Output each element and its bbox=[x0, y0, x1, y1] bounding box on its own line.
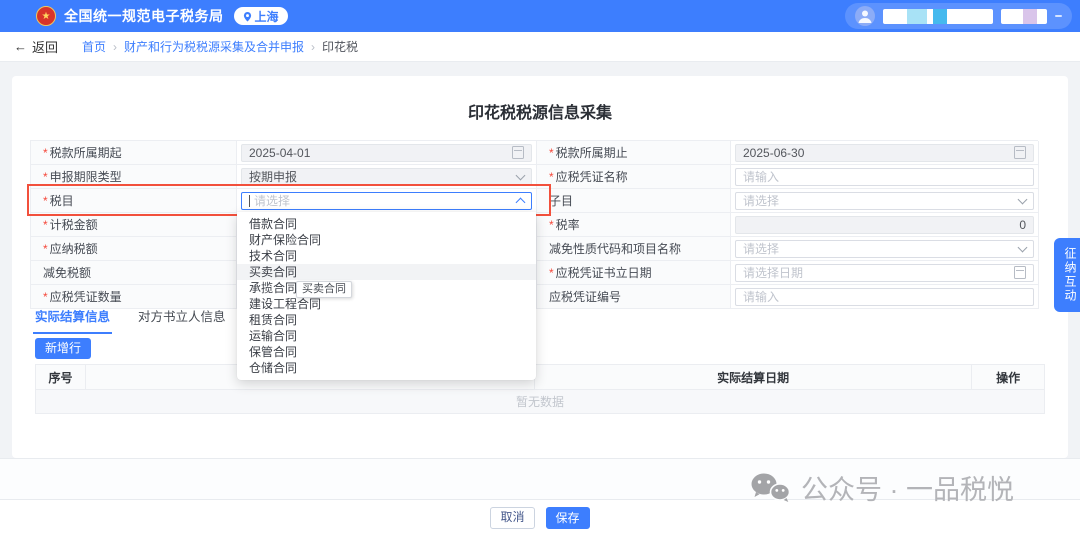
interaction-side-tab[interactable]: 征纳互动 bbox=[1054, 238, 1080, 312]
watermark: 公众号 · 一品税悦 bbox=[750, 468, 1014, 507]
location-pin-icon bbox=[243, 11, 252, 22]
watermark-text: 公众号 · 一品税悦 bbox=[801, 468, 1014, 507]
calendar-icon bbox=[1014, 266, 1026, 279]
field-label: 计税金额 bbox=[43, 216, 98, 233]
breadcrumb-bar: ← 返回 首页 › 财产和行为税税源采集及合并申报 › 印花税 bbox=[0, 32, 1080, 62]
dropdown-option[interactable]: 借款合同 bbox=[237, 216, 536, 232]
back-button[interactable]: ← 返回 bbox=[14, 37, 58, 56]
dropdown-option-highlighted[interactable]: 买卖合同 bbox=[237, 264, 536, 280]
field-label: 税款所属期起 bbox=[43, 144, 122, 161]
national-emblem-icon: ★ bbox=[36, 6, 56, 26]
tab-actual-settlement[interactable]: 实际结算信息 bbox=[35, 306, 110, 334]
chevron-down-icon bbox=[1018, 194, 1028, 204]
user-area bbox=[845, 3, 1072, 29]
breadcrumb-separator: › bbox=[311, 40, 315, 54]
page-title: 印花税税源信息采集 bbox=[12, 99, 1068, 123]
form-card: 印花税税源信息采集 税款所属期起 2025-04-01 税款所属期止 2025-… bbox=[12, 76, 1068, 458]
field-label: 应纳税额 bbox=[43, 240, 98, 257]
field-label: 税款所属期止 bbox=[549, 144, 628, 161]
empty-state: 暂无数据 bbox=[35, 390, 1045, 414]
table-header-row: 序号 实际结算日期 操作 bbox=[35, 364, 1045, 390]
col-action: 操作 bbox=[972, 365, 1044, 389]
tax-rate-field: 0 bbox=[735, 216, 1034, 234]
col-settle-date: 实际结算日期 bbox=[535, 365, 972, 389]
breadcrumb-home[interactable]: 首页 bbox=[82, 38, 106, 55]
dropdown-option[interactable]: 技术合同 bbox=[237, 248, 536, 264]
breadcrumb-section[interactable]: 财产和行为税税源采集及合并申报 bbox=[124, 38, 304, 55]
app-title: 全国统一规范电子税务局 bbox=[64, 6, 224, 26]
dropdown-option[interactable]: 租赁合同 bbox=[237, 312, 536, 328]
location-label: 上海 bbox=[255, 8, 279, 25]
field-label: 减免税额 bbox=[43, 264, 91, 281]
text-cursor bbox=[249, 195, 250, 207]
save-button[interactable]: 保存 bbox=[546, 507, 590, 529]
dropdown-option[interactable]: 承揽合同 bbox=[237, 280, 536, 296]
voucher-date-picker[interactable]: 请选择日期 bbox=[735, 264, 1034, 282]
location-badge[interactable]: 上海 bbox=[234, 7, 288, 25]
person-icon bbox=[855, 6, 875, 26]
top-header-bar: ★ 全国统一规范电子税务局 上海 bbox=[0, 0, 1080, 32]
field-label: 税率 bbox=[549, 216, 580, 233]
breadcrumb-separator: › bbox=[113, 40, 117, 54]
filing-type-select: 按期申报 bbox=[241, 168, 532, 186]
reduction-code-select[interactable]: 请选择 bbox=[735, 240, 1034, 258]
app-window: ★ 全国统一规范电子税务局 上海 ← 返 bbox=[0, 0, 1080, 533]
dropdown-option[interactable]: 建设工程合同 bbox=[237, 296, 536, 312]
calendar-icon bbox=[1014, 146, 1026, 159]
breadcrumb-current: 印花税 bbox=[322, 38, 358, 55]
tab-counterparty[interactable]: 对方书立人信息 bbox=[138, 306, 226, 334]
period-end-field: 2025-06-30 bbox=[735, 144, 1034, 162]
chevron-down-icon bbox=[1018, 242, 1028, 252]
detail-tabs: 实际结算信息 对方书立人信息 bbox=[35, 306, 226, 334]
voucher-number-input[interactable]: 请输入 bbox=[735, 288, 1034, 306]
back-arrow-icon: ← bbox=[14, 39, 27, 54]
field-label: 申报期限类型 bbox=[43, 168, 122, 185]
collapse-dash-icon bbox=[1055, 15, 1062, 17]
user-avatar[interactable] bbox=[855, 6, 875, 26]
dropdown-option[interactable]: 运输合同 bbox=[237, 328, 536, 344]
back-label: 返回 bbox=[32, 37, 58, 56]
col-seq: 序号 bbox=[36, 365, 86, 389]
field-label: 子目 bbox=[549, 192, 573, 209]
breadcrumb: 首页 › 财产和行为税税源采集及合并申报 › 印花税 bbox=[82, 38, 358, 55]
option-tooltip: 买卖合同 bbox=[296, 281, 352, 298]
add-row-button[interactable]: 新增行 bbox=[35, 338, 91, 359]
tax-item-dropdown: 借款合同 财产保险合同 技术合同 买卖合同 承揽合同 建设工程合同 租赁合同 运… bbox=[237, 212, 536, 380]
redacted-taxid bbox=[1001, 9, 1047, 24]
cancel-button[interactable]: 取消 bbox=[490, 507, 534, 529]
field-label: 税目 bbox=[43, 192, 74, 209]
dropdown-option[interactable]: 财产保险合同 bbox=[237, 232, 536, 248]
field-label: 应税凭证编号 bbox=[549, 288, 621, 305]
field-label: 应税凭证数量 bbox=[43, 288, 122, 305]
settlement-table: 序号 实际结算日期 操作 暂无数据 bbox=[35, 364, 1045, 414]
calendar-icon bbox=[512, 146, 524, 159]
tax-item-select[interactable]: 请选择 bbox=[241, 192, 532, 210]
sub-item-select[interactable]: 请选择 bbox=[735, 192, 1034, 210]
field-label: 减免性质代码和项目名称 bbox=[549, 240, 681, 257]
wechat-icon bbox=[750, 472, 792, 504]
chevron-up-icon bbox=[516, 197, 526, 207]
field-label: 应税凭证名称 bbox=[549, 168, 628, 185]
redacted-username bbox=[883, 9, 993, 24]
dropdown-option[interactable]: 保管合同 bbox=[237, 344, 536, 360]
voucher-name-input[interactable]: 请输入 bbox=[735, 168, 1034, 186]
dropdown-option[interactable]: 仓储合同 bbox=[237, 360, 536, 376]
period-start-field: 2025-04-01 bbox=[241, 144, 532, 162]
chevron-down-icon bbox=[516, 170, 526, 180]
field-label: 应税凭证书立日期 bbox=[549, 264, 652, 281]
